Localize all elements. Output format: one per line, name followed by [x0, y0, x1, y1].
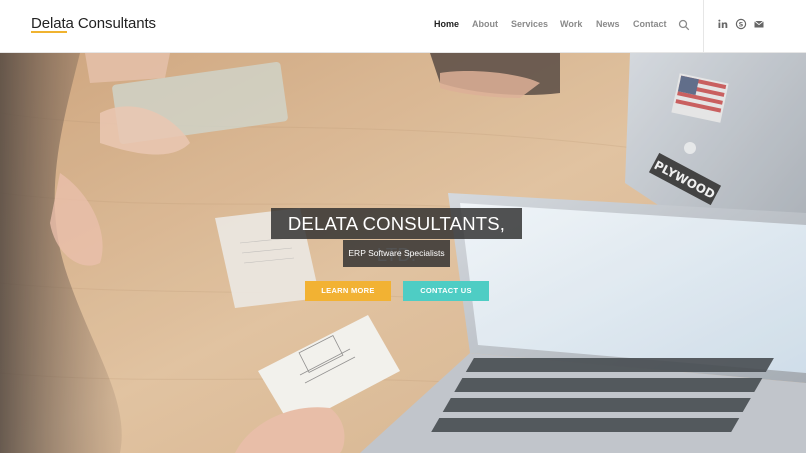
search-icon[interactable]	[678, 19, 690, 31]
skype-icon[interactable]: S	[735, 18, 747, 30]
nav-home[interactable]: Home	[434, 19, 459, 29]
nav-services[interactable]: Services	[511, 19, 548, 29]
hero-subtitle: ERP Software Specialists	[343, 240, 450, 267]
learn-more-button[interactable]: LEARN MORE	[305, 281, 391, 301]
contact-us-button[interactable]: CONTACT US	[403, 281, 489, 301]
hero-section: PLYWOOD DELATA CONSULTANTS, LTD. E	[0, 53, 806, 453]
header-divider	[703, 0, 704, 52]
mail-icon[interactable]	[753, 18, 765, 30]
svg-text:S: S	[739, 20, 744, 28]
nav-news[interactable]: News	[596, 19, 620, 29]
nav-about[interactable]: About	[472, 19, 498, 29]
nav-work[interactable]: Work	[560, 19, 582, 29]
main-nav: Home About Services Work News Contact	[0, 0, 806, 52]
site-header: Delata Consultants Home About Services W…	[0, 0, 806, 53]
nav-contact[interactable]: Contact	[633, 19, 667, 29]
linkedin-icon[interactable]	[717, 18, 729, 30]
hero-title: DELATA CONSULTANTS, LTD.	[271, 208, 522, 265]
